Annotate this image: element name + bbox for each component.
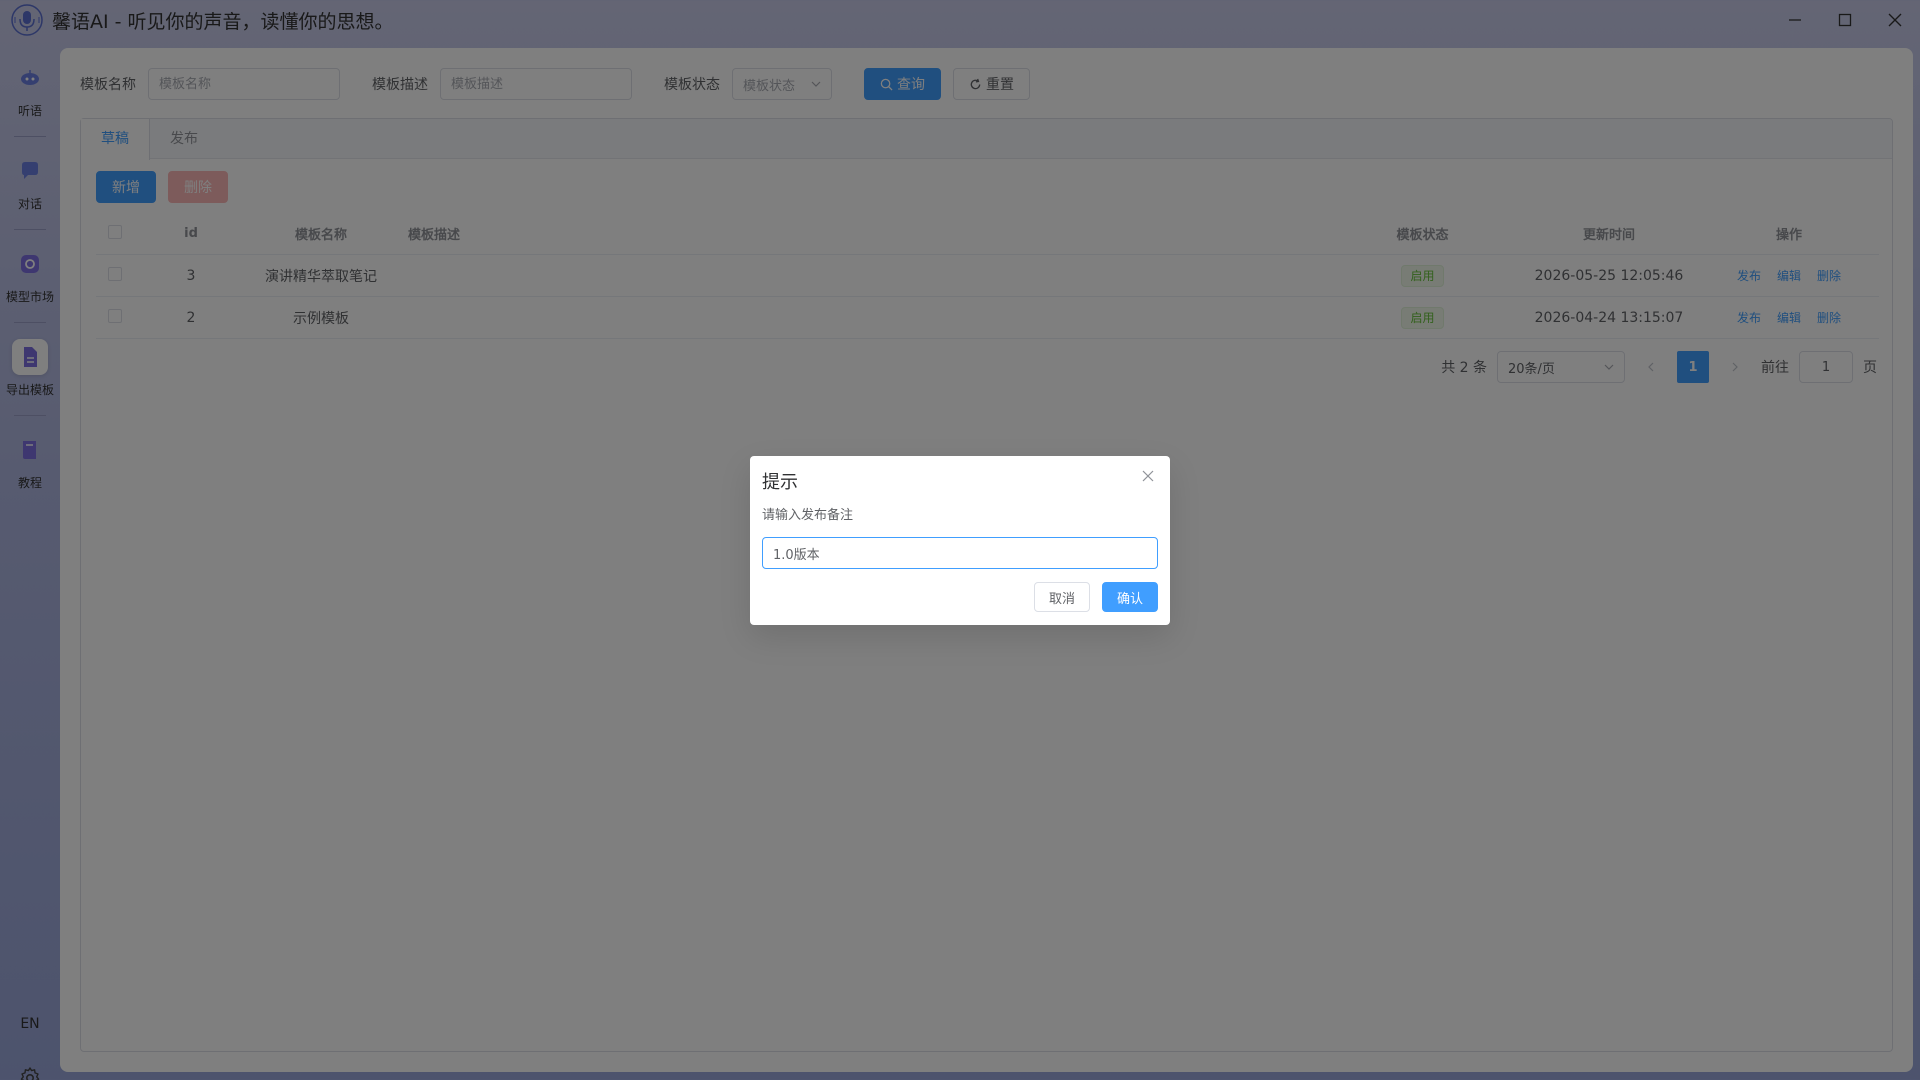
cancel-button[interactable]: 取消	[1033, 582, 1090, 612]
dialog-close-button[interactable]	[1138, 466, 1158, 486]
dialog-title: 提示	[762, 472, 798, 493]
publish-note-input[interactable]	[762, 537, 1158, 569]
dialog-message: 请输入发布备注	[762, 508, 854, 523]
publish-note-dialog: 提示 请输入发布备注 取消 确认	[750, 456, 1170, 625]
close-icon	[1142, 470, 1154, 482]
dialog-footer: 取消 确认	[1033, 582, 1158, 612]
confirm-button[interactable]: 确认	[1101, 582, 1158, 612]
